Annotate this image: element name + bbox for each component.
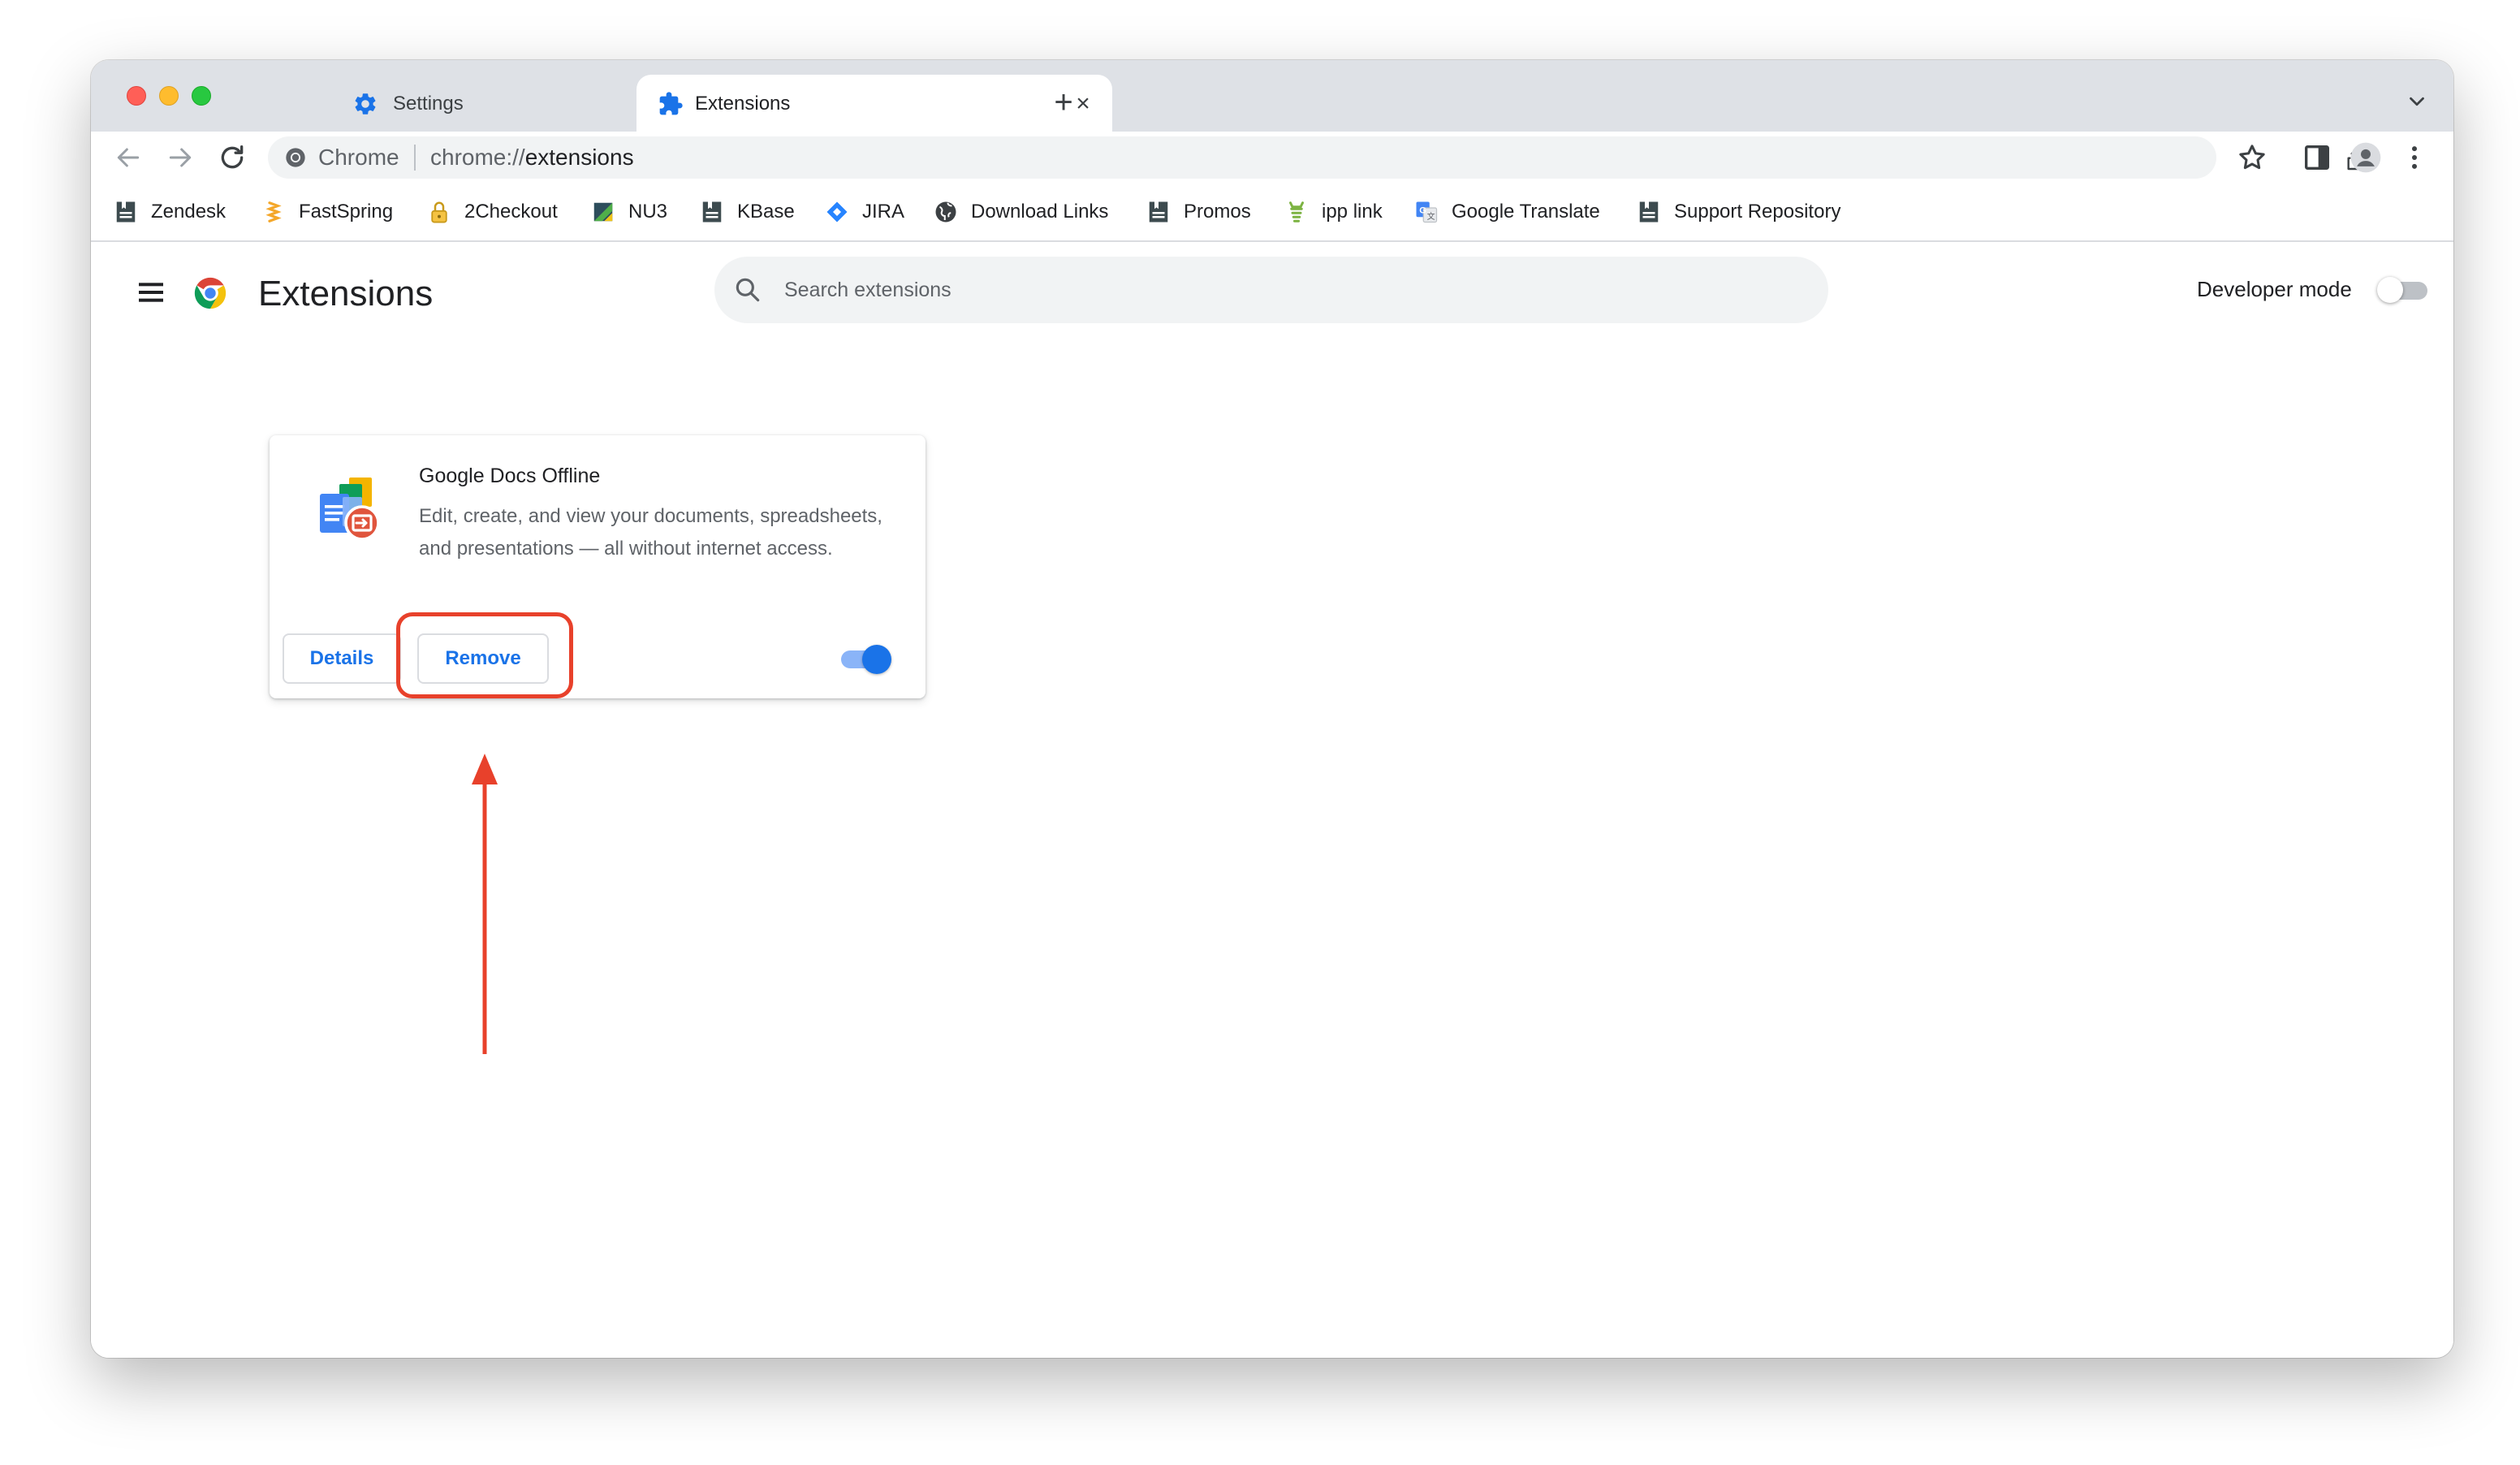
bookmark-nu3[interactable]: NU3 bbox=[591, 198, 667, 226]
bookmark-promos[interactable]: Promos bbox=[1146, 198, 1251, 226]
toggle-knob bbox=[862, 645, 891, 674]
svg-text:文: 文 bbox=[1427, 211, 1435, 222]
tab-strip: Settings × Extensions × + bbox=[91, 60, 2453, 132]
minimize-window-button[interactable] bbox=[159, 86, 179, 106]
new-tab-button[interactable]: + bbox=[1047, 86, 1080, 119]
bookmark-jira[interactable]: JIRA bbox=[825, 198, 904, 226]
bookmark-kbase[interactable]: KBase bbox=[700, 198, 795, 226]
bookmark-doc-icon bbox=[1149, 201, 1168, 223]
remove-highlight-outline bbox=[396, 612, 573, 698]
annotation-arrow-up-icon bbox=[472, 754, 498, 1054]
bookmark-2checkout[interactable]: 2Checkout bbox=[427, 198, 558, 226]
back-arrow-icon[interactable] bbox=[112, 141, 145, 174]
svg-text:G: G bbox=[1419, 205, 1426, 215]
toggle-knob bbox=[2377, 277, 2403, 303]
bookmark-doc-icon bbox=[116, 201, 136, 223]
search-icon[interactable] bbox=[732, 274, 763, 305]
bookmark-download-links[interactable]: Download Links bbox=[934, 198, 1108, 226]
toolbar: Chrome chrome://extensions bbox=[91, 132, 2453, 184]
translate-icon: G文 bbox=[1416, 201, 1438, 223]
side-panel-icon[interactable] bbox=[2301, 141, 2333, 174]
reload-icon[interactable] bbox=[216, 141, 248, 174]
chevron-down-icon[interactable] bbox=[2405, 89, 2429, 114]
page-title: Extensions bbox=[258, 274, 434, 313]
bookmark-doc-icon bbox=[1639, 201, 1659, 223]
profile-avatar-icon[interactable] bbox=[2350, 141, 2382, 174]
forward-arrow-icon[interactable] bbox=[164, 141, 196, 174]
ipp-icon bbox=[1289, 201, 1304, 223]
lock-icon bbox=[431, 201, 447, 223]
bookmark-zendesk[interactable]: Zendesk bbox=[114, 198, 226, 226]
tab-extensions[interactable]: Extensions × bbox=[636, 75, 1112, 132]
hamburger-menu-icon[interactable] bbox=[135, 276, 167, 309]
search-extensions-box[interactable] bbox=[714, 257, 1828, 323]
maximize-window-button[interactable] bbox=[192, 86, 211, 106]
bookmark-google-translate[interactable]: G文 Google Translate bbox=[1414, 198, 1600, 226]
fastspring-icon bbox=[265, 201, 282, 223]
puzzle-icon bbox=[659, 92, 683, 115]
address-bar[interactable]: Chrome chrome://extensions bbox=[268, 136, 2365, 179]
nu3-icon bbox=[593, 202, 613, 222]
tab-title: Extensions bbox=[695, 93, 791, 115]
extension-description: Edit, create, and view your documents, s… bbox=[419, 505, 882, 560]
details-button[interactable]: Details bbox=[283, 633, 401, 684]
chrome-logo-icon bbox=[194, 277, 227, 309]
bookmark-support-repository[interactable]: Support Repository bbox=[1637, 198, 1840, 226]
site-origin-label: Chrome bbox=[318, 145, 399, 170]
tab-title: Settings bbox=[393, 93, 464, 115]
search-input[interactable] bbox=[784, 273, 1758, 307]
extension-card: Google Docs Offline Edit, create, and vi… bbox=[270, 435, 926, 698]
developer-mode-label: Developer mode bbox=[2197, 277, 2352, 301]
bookmark-ipp-link[interactable]: ipp link bbox=[1284, 198, 1383, 226]
bookmark-doc-icon bbox=[702, 201, 722, 223]
browser-window: Settings × Extensions × + bbox=[91, 60, 2453, 1358]
gear-icon bbox=[355, 93, 376, 115]
bookmarks-bar: Zendesk FastSpring 2Checkout NU3 KBase J… bbox=[91, 184, 2453, 242]
extensions-page: Extensions Developer mode bbox=[91, 242, 2453, 1358]
extension-name: Google Docs Offline bbox=[419, 465, 601, 487]
jira-icon bbox=[826, 201, 848, 223]
developer-mode-toggle[interactable] bbox=[2377, 277, 2431, 303]
google-docs-offline-icon bbox=[320, 478, 380, 541]
bookmark-star-icon[interactable] bbox=[2236, 141, 2268, 174]
omnibox-divider bbox=[414, 145, 416, 171]
kebab-menu-icon[interactable] bbox=[2398, 141, 2431, 174]
bookmark-fastspring[interactable]: FastSpring bbox=[261, 198, 393, 226]
url-text[interactable]: chrome://extensions bbox=[430, 145, 634, 171]
extension-enable-toggle[interactable] bbox=[838, 645, 891, 674]
close-window-button[interactable] bbox=[127, 86, 146, 106]
chrome-site-icon bbox=[286, 148, 305, 167]
globe-icon bbox=[935, 201, 956, 223]
